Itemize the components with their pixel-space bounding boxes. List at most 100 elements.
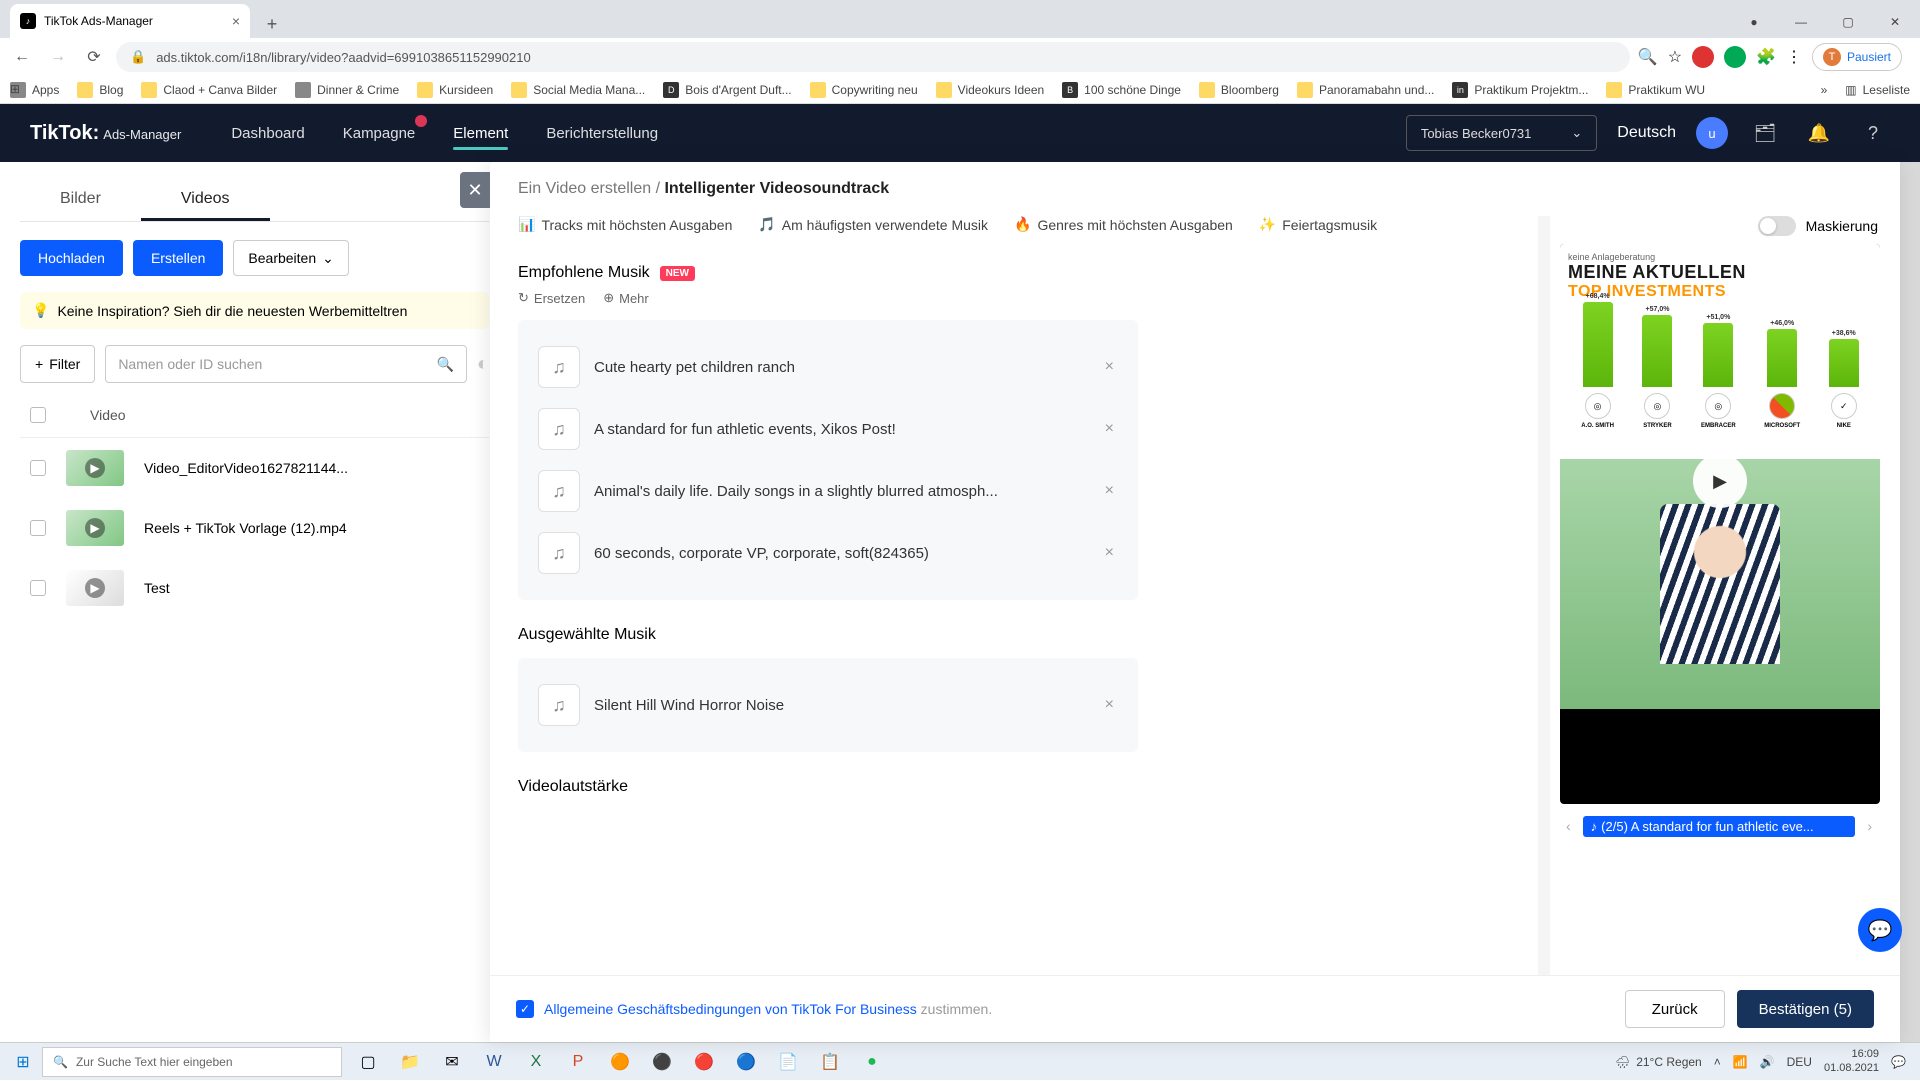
apps-bookmark[interactable]: ⊞Apps: [10, 82, 59, 98]
powerpoint-icon[interactable]: P: [558, 1043, 598, 1081]
video-thumbnail[interactable]: [66, 510, 124, 546]
browser-tab[interactable]: ♪ TikTok Ads-Manager ×: [10, 4, 250, 38]
clock[interactable]: 16:09 01.08.2021: [1824, 1048, 1879, 1074]
nav-bericht[interactable]: Berichterstellung: [546, 107, 658, 160]
task-view-icon[interactable]: ▢: [348, 1043, 388, 1081]
nav-dashboard[interactable]: Dashboard: [231, 107, 304, 160]
remove-track-button[interactable]: ×: [1101, 544, 1118, 562]
bookmark-item[interactable]: Blog: [77, 82, 123, 98]
account-selector[interactable]: Tobias Becker0731⌄: [1406, 115, 1597, 151]
bookmark-item[interactable]: Praktikum WU: [1606, 82, 1705, 98]
bookmark-item[interactable]: Videokurs Ideen: [936, 82, 1045, 98]
word-icon[interactable]: W: [474, 1043, 514, 1081]
music-item[interactable]: ♫ 60 seconds, corporate VP, corporate, s…: [534, 522, 1122, 584]
cat-top-spend[interactable]: 📊Tracks mit höchsten Ausgaben: [518, 216, 732, 233]
close-tab-icon[interactable]: ×: [232, 13, 240, 29]
confirm-button[interactable]: Bestätigen (5): [1737, 990, 1874, 1028]
logo[interactable]: TikTok:Ads-Manager: [30, 122, 181, 145]
select-all-checkbox[interactable]: [30, 407, 46, 423]
bookmark-item[interactable]: Bloomberg: [1199, 82, 1279, 98]
start-button[interactable]: ⊞: [4, 1043, 42, 1081]
close-modal-button[interactable]: ✕: [460, 172, 490, 208]
address-bar[interactable]: 🔒 ads.tiktok.com/i18n/library/video?aadv…: [116, 42, 1630, 72]
minimize-icon[interactable]: —: [1778, 6, 1824, 38]
cat-holiday[interactable]: ✨Feiertagsmusik: [1259, 216, 1377, 233]
mask-toggle[interactable]: [1758, 216, 1796, 236]
search-input[interactable]: Namen oder ID suchen 🔍: [105, 345, 467, 383]
bookmark-item[interactable]: Claod + Canva Bilder: [141, 82, 277, 98]
music-item[interactable]: ♫ Cute hearty pet children ranch ×: [534, 336, 1122, 398]
create-button[interactable]: Erstellen: [133, 240, 223, 276]
video-row[interactable]: Test: [20, 558, 489, 618]
briefcase-icon[interactable]: 🗂: [1748, 116, 1782, 150]
tab-videos[interactable]: Videos: [141, 180, 270, 221]
star-icon[interactable]: ☆: [1668, 47, 1682, 67]
terms-checkbox[interactable]: ✓: [516, 1000, 534, 1018]
column-video[interactable]: Video: [90, 407, 126, 423]
remove-track-button[interactable]: ×: [1101, 358, 1118, 376]
filter-button[interactable]: +Filter: [20, 345, 95, 383]
tray-chevron-icon[interactable]: ˄: [1714, 1055, 1721, 1069]
puzzle-icon[interactable]: 🧩: [1756, 47, 1776, 67]
mail-icon[interactable]: ✉: [432, 1043, 472, 1081]
row-checkbox[interactable]: [30, 460, 46, 476]
scrollbar[interactable]: [1538, 216, 1550, 975]
back-icon[interactable]: ←: [8, 43, 36, 71]
video-thumbnail[interactable]: [66, 570, 124, 606]
nav-element[interactable]: Element: [453, 107, 508, 160]
volume-icon[interactable]: 🔊: [1760, 1055, 1775, 1069]
spotify-icon[interactable]: ●: [852, 1043, 892, 1081]
bookmark-item[interactable]: inPraktikum Projektm...: [1452, 82, 1588, 98]
maximize-icon[interactable]: ▢: [1825, 6, 1871, 38]
chrome-icon[interactable]: 🔴: [684, 1043, 724, 1081]
notifications-icon[interactable]: 💬: [1891, 1055, 1906, 1069]
bell-icon[interactable]: 🔔: [1802, 116, 1836, 150]
bookmark-item[interactable]: Copywriting neu: [810, 82, 918, 98]
new-tab-button[interactable]: +: [258, 10, 286, 38]
bookmark-item[interactable]: Panoramabahn und...: [1297, 82, 1434, 98]
cat-genre[interactable]: 🔥Genres mit höchsten Ausgaben: [1014, 216, 1233, 233]
video-preview[interactable]: keine Anlageberatung MEINE AKTUELLEN TOP…: [1560, 244, 1880, 804]
music-item[interactable]: ♫ Animal's daily life. Daily songs in a …: [534, 460, 1122, 522]
reload-icon[interactable]: ⟳: [80, 43, 108, 71]
app2-icon[interactable]: 📄: [768, 1043, 808, 1081]
profile-chip[interactable]: T Pausiert: [1812, 43, 1902, 71]
row-checkbox[interactable]: [30, 580, 46, 596]
close-window-icon[interactable]: ✕: [1872, 6, 1918, 38]
language-label[interactable]: Deutsch: [1617, 124, 1676, 142]
ext1-icon[interactable]: [1692, 46, 1714, 68]
user-avatar[interactable]: u: [1696, 117, 1728, 149]
bookmark-item[interactable]: Kursideen: [417, 82, 493, 98]
next-track-button[interactable]: ›: [1863, 814, 1876, 838]
current-track-chip[interactable]: ♪ (2/5) A standard for fun athletic eve.…: [1583, 816, 1856, 837]
tab-bilder[interactable]: Bilder: [20, 180, 141, 221]
edit-button[interactable]: Bearbeiten⌄: [233, 240, 348, 276]
terms-link[interactable]: Allgemeine Geschäftsbedingungen von TikT…: [544, 1001, 917, 1017]
help-fab[interactable]: 💬: [1858, 908, 1902, 952]
breadcrumb-parent[interactable]: Ein Video erstellen: [518, 180, 651, 197]
remove-track-button[interactable]: ×: [1101, 696, 1118, 714]
zoom-icon[interactable]: 🔍: [1638, 47, 1658, 67]
nav-kampagne[interactable]: Kampagne: [343, 107, 416, 160]
prev-track-button[interactable]: ‹: [1562, 814, 1575, 838]
play-button[interactable]: ▶: [1693, 454, 1747, 508]
back-button[interactable]: Zurück: [1625, 990, 1725, 1028]
bookmark-item[interactable]: DBois d'Argent Duft...: [663, 82, 791, 98]
inspiration-tip[interactable]: 💡 Keine Inspiration? Sieh dir die neuest…: [20, 292, 489, 329]
account-dot-icon[interactable]: ●: [1731, 6, 1777, 38]
app-icon[interactable]: 🟠: [600, 1043, 640, 1081]
bookmark-item[interactable]: B100 schöne Dinge: [1062, 82, 1181, 98]
music-item[interactable]: ♫ Silent Hill Wind Horror Noise ×: [534, 674, 1122, 736]
excel-icon[interactable]: X: [516, 1043, 556, 1081]
menu-icon[interactable]: ⋮: [1786, 47, 1802, 67]
help-icon[interactable]: ?: [1856, 116, 1890, 150]
wifi-icon[interactable]: 📶: [1733, 1055, 1748, 1069]
video-row[interactable]: Video_EditorVideo1627821144...: [20, 438, 489, 498]
edge-icon[interactable]: 🔵: [726, 1043, 766, 1081]
weather-widget[interactable]: 🌧 21°C Regen: [1615, 1055, 1702, 1069]
video-row[interactable]: Reels + TikTok Vorlage (12).mp4: [20, 498, 489, 558]
obs-icon[interactable]: ⚫: [642, 1043, 682, 1081]
video-thumbnail[interactable]: [66, 450, 124, 486]
ext2-icon[interactable]: [1724, 46, 1746, 68]
bookmark-item[interactable]: Social Media Mana...: [511, 82, 645, 98]
